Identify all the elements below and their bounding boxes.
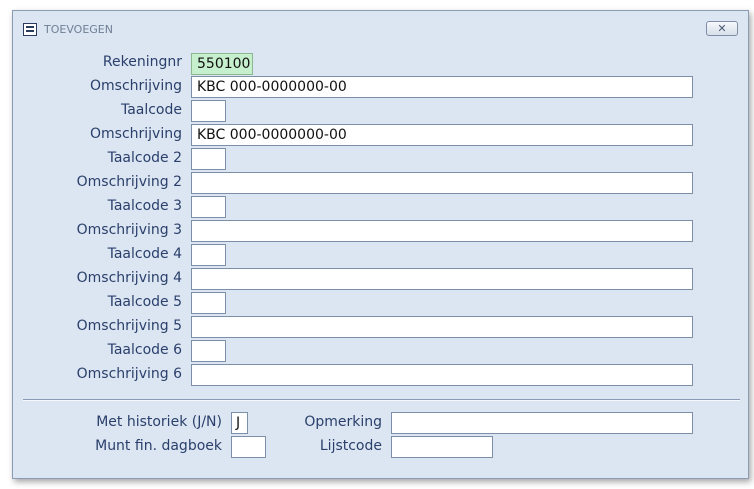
omschrijving3-field[interactable] <box>191 220 693 242</box>
omschrijving-label: Omschrijving <box>90 78 182 94</box>
lijstcode-label: Lijstcode <box>319 438 382 454</box>
omschrijving2-label: Omschrijving 2 <box>76 174 182 190</box>
omschrijving1-field[interactable]: KBC 000-0000000-00 <box>191 124 693 146</box>
omschrijving5-field[interactable] <box>191 316 693 338</box>
taalcode3-label: Taalcode 3 <box>107 198 182 214</box>
munt-field[interactable] <box>231 436 266 458</box>
omschrijving6-label: Omschrijving 6 <box>76 366 182 382</box>
historiek-field[interactable]: J <box>231 412 248 434</box>
toevoegen-dialog: TOEVOEGEN ✕ Rekeningnr 550100 Omschrijvi… <box>12 10 749 479</box>
omschrijving4-field[interactable] <box>191 268 693 290</box>
omschrijving5-label: Omschrijving 5 <box>76 318 182 334</box>
title-bar[interactable]: TOEVOEGEN ✕ <box>13 11 748 41</box>
taalcode6-label: Taalcode 6 <box>107 342 182 358</box>
opmerking-field[interactable] <box>391 412 693 434</box>
omschrijving6-field[interactable] <box>191 364 693 386</box>
window-title: TOEVOEGEN <box>44 23 113 36</box>
section-separator <box>23 399 740 401</box>
taalcode-label: Taalcode <box>120 102 182 118</box>
historiek-label: Met historiek (J/N) <box>96 414 222 430</box>
taalcode6-field[interactable] <box>191 340 226 362</box>
omschrijving4-label: Omschrijving 4 <box>76 270 182 286</box>
omschrijving1-label: Omschrijving <box>90 126 182 142</box>
taalcode-field[interactable] <box>191 100 226 122</box>
munt-label: Munt fin. dagboek <box>95 438 222 454</box>
taalcode5-field[interactable] <box>191 292 226 314</box>
rekeningnr-label: Rekeningnr <box>102 54 182 70</box>
taalcode4-label: Taalcode 4 <box>107 246 182 262</box>
window-menu-icon[interactable] <box>23 23 37 36</box>
omschrijving3-label: Omschrijving 3 <box>76 222 182 238</box>
omschrijving2-field[interactable] <box>191 172 693 194</box>
taalcode2-label: Taalcode 2 <box>107 150 182 166</box>
taalcode4-field[interactable] <box>191 244 226 266</box>
lijstcode-field[interactable] <box>391 436 493 458</box>
close-button[interactable]: ✕ <box>706 21 738 36</box>
taalcode5-label: Taalcode 5 <box>107 294 182 310</box>
rekeningnr-field[interactable]: 550100 <box>191 53 253 75</box>
opmerking-label: Opmerking <box>304 414 382 430</box>
taalcode3-field[interactable] <box>191 196 226 218</box>
taalcode2-field[interactable] <box>191 148 226 170</box>
omschrijving-field[interactable]: KBC 000-0000000-00 <box>191 76 693 98</box>
